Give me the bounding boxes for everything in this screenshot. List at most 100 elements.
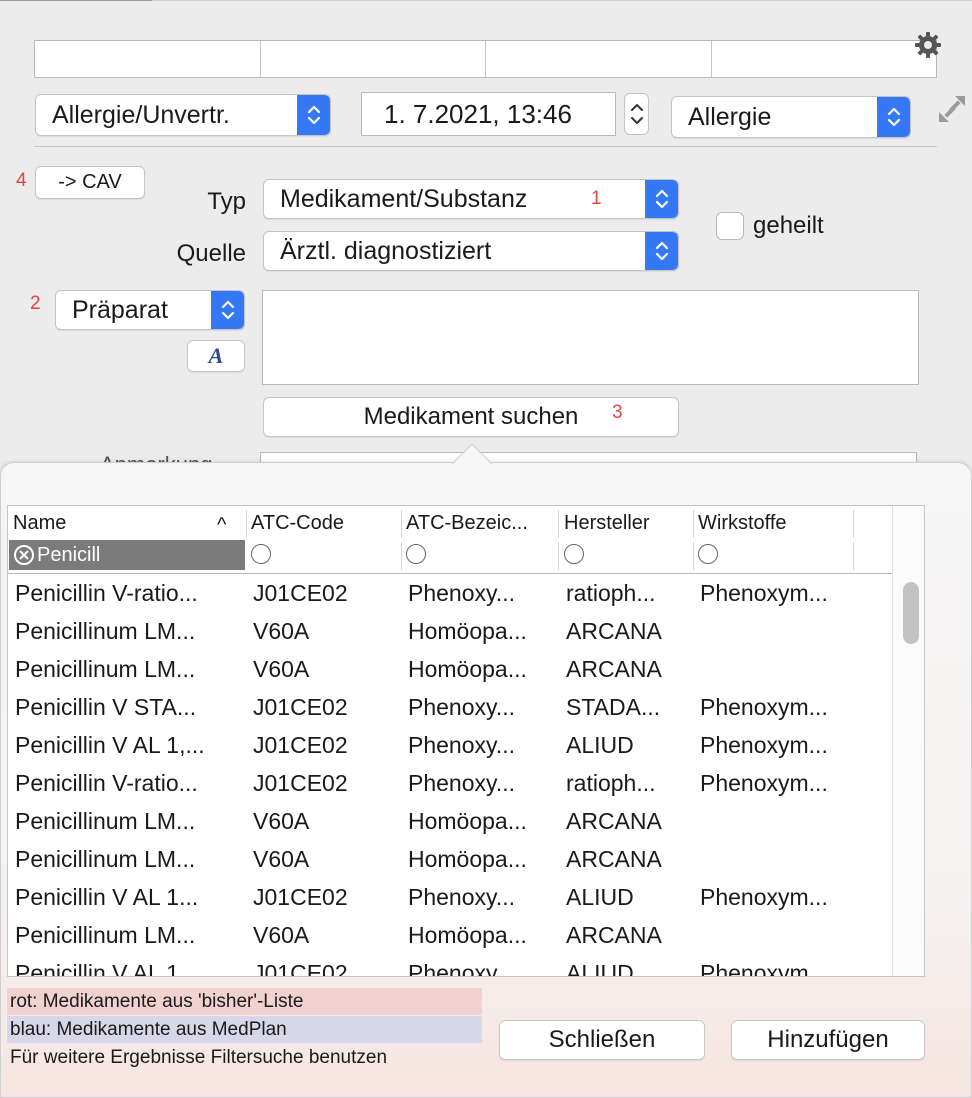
table-cell: Penicillin V AL 1,... (15, 732, 205, 758)
gear-icon[interactable] (911, 28, 945, 62)
top-segmented-field[interactable] (34, 40, 937, 78)
table-cell: ARCANA (566, 808, 662, 834)
geheilt-label: geheilt (753, 212, 824, 239)
typ-label: Typ (207, 188, 246, 215)
table-cell: Homöopa... (408, 922, 527, 948)
segment-3[interactable] (486, 41, 712, 77)
quelle-popup-label: Ärztl. diagnostiziert (280, 236, 492, 265)
atc-code-filter-radio[interactable] (251, 544, 271, 564)
column-header-wirkstoffe[interactable]: Wirkstoffe (698, 512, 848, 535)
chevron-updown-icon (645, 180, 678, 218)
table-cell: ARCANA (566, 846, 662, 872)
chevron-updown-icon (645, 232, 678, 270)
table-row[interactable]: Penicillin V-ratio... J01CE02 Phenoxy... ra… (8, 766, 892, 804)
font-button[interactable]: A (187, 340, 245, 372)
praeparat-textarea[interactable] (262, 290, 919, 385)
table-cell: Phenoxym... (700, 960, 828, 977)
table-cell: J01CE02 (253, 732, 348, 758)
wirkstoffe-filter-radio[interactable] (698, 544, 718, 564)
table-cell: Phenoxym... (700, 580, 828, 606)
medication-table[interactable]: Name ^ ATC-Code ATC-Bezeic... Hersteller… (7, 505, 925, 977)
table-row[interactable]: Penicillin V-ratio... J01CE02 Phenoxy... ra… (8, 576, 892, 614)
table-row[interactable]: Penicillin V STA... J01CE02 Phenoxy... STAD… (8, 690, 892, 728)
legend-hint: Für weitere Ergebnisse Filtersuche benut… (10, 1046, 388, 1068)
table-cell: ratioph... (566, 580, 656, 606)
table-cell: Penicillinum LM... (15, 922, 196, 948)
table-cell: Penicillin V-ratio... (15, 580, 198, 606)
segment-1[interactable] (35, 41, 261, 77)
column-header-name[interactable]: Name (13, 512, 213, 535)
table-row[interactable]: Penicillinum LM... V60A Homöopa... ARCANA (8, 804, 892, 842)
quelle-popup[interactable]: Ärztl. diagnostiziert (263, 231, 679, 271)
name-filter-field[interactable]: Penicill (9, 540, 245, 570)
table-cell: Phenoxy... (408, 960, 515, 977)
geheilt-checkbox[interactable] (716, 212, 744, 240)
marker-3: 3 (612, 402, 623, 423)
atc-bezeichnung-filter-radio[interactable] (406, 544, 426, 564)
cav-button[interactable]: -> CAV (35, 166, 145, 199)
chevron-updown-icon (211, 291, 244, 329)
legend-blue: blau: Medikamente aus MedPlan (7, 1016, 482, 1043)
table-cell: Penicillinum LM... (15, 846, 196, 872)
marker-2: 2 (30, 293, 41, 314)
table-cell: ARCANA (566, 656, 662, 682)
table-cell: Phenoxym... (700, 884, 828, 910)
type-popup-label: Allergie (688, 102, 772, 131)
table-cell: Phenoxy... (408, 884, 515, 910)
table-body: Penicillin V-ratio... J01CE02 Phenoxy... ra… (8, 576, 892, 977)
chevron-updown-icon (297, 95, 330, 135)
table-cell: Phenoxym... (700, 732, 828, 758)
name-filter-text: Penicill (37, 543, 101, 566)
hersteller-filter-radio[interactable] (564, 544, 584, 564)
praeparat-popup[interactable]: Präparat (55, 290, 245, 330)
add-button[interactable]: Hinzufügen (731, 1020, 925, 1060)
table-row[interactable]: Penicillin V AL 1... J01CE02 Phenoxy... ALI… (8, 880, 892, 918)
table-scrollbar[interactable] (892, 506, 924, 976)
type-popup[interactable]: Allergie (671, 96, 911, 138)
table-row[interactable]: Penicillin V AL 1... J01CE02 Phenoxy... ALI… (8, 956, 892, 977)
table-row[interactable]: Penicillinum LM... V60A Homöopa... ARCANA (8, 918, 892, 956)
table-cell: J01CE02 (253, 580, 348, 606)
column-header-atc-code[interactable]: ATC-Code (251, 512, 401, 535)
table-cell: J01CE02 (253, 884, 348, 910)
table-cell: V60A (253, 846, 310, 872)
quelle-label: Quelle (176, 240, 246, 267)
datetime-stepper[interactable] (624, 93, 649, 135)
table-cell: Phenoxy... (408, 732, 515, 758)
table-cell: J01CE02 (253, 694, 348, 720)
table-row[interactable]: Penicillinum LM... V60A Homöopa... ARCANA (8, 614, 892, 652)
table-row[interactable]: Penicillinum LM... V60A Homöopa... ARCANA (8, 842, 892, 880)
table-cell: Penicillin V STA... (15, 694, 197, 720)
table-row[interactable]: Penicillin V AL 1,... J01CE02 Phenoxy... AL… (8, 728, 892, 766)
marker-4: 4 (16, 170, 27, 191)
table-cell: J01CE02 (253, 960, 348, 977)
table-cell: V60A (253, 808, 310, 834)
close-button[interactable]: Schließen (499, 1020, 705, 1060)
column-header-atc-bezeichnung[interactable]: ATC-Bezeic... (406, 512, 556, 535)
expand-icon[interactable] (935, 92, 969, 126)
table-row[interactable]: Penicillinum LM... V60A Homöopa... ARCANA (8, 652, 892, 690)
table-cell: Penicillin V AL 1... (15, 884, 199, 910)
category-popup[interactable]: Allergie/Unvertr. (35, 94, 331, 136)
table-cell: V60A (253, 656, 310, 682)
table-cell: Phenoxy... (408, 694, 515, 720)
sort-ascending-icon[interactable]: ^ (217, 514, 226, 537)
table-cell: ALIUD (566, 884, 634, 910)
table-cell: Penicillinum LM... (15, 618, 196, 644)
table-scroll-thumb[interactable] (903, 582, 919, 644)
legend-red: rot: Medikamente aus 'bisher'-Liste (7, 988, 482, 1015)
table-cell: Phenoxym... (700, 770, 828, 796)
table-cell: Penicillinum LM... (15, 656, 196, 682)
praeparat-popup-label: Präparat (72, 295, 168, 324)
window-top-edge-accent (0, 0, 152, 1)
table-cell: ARCANA (566, 618, 662, 644)
table-cell: ALIUD (566, 732, 634, 758)
column-header-hersteller[interactable]: Hersteller (564, 512, 692, 535)
typ-popup[interactable]: Medikament/Substanz (263, 179, 679, 219)
segment-4[interactable] (712, 41, 937, 77)
medikament-suchen-label: Medikament suchen (363, 403, 579, 430)
clear-filter-icon (14, 545, 34, 565)
datetime-field[interactable]: 1. 7.2021, 13:46 (361, 92, 616, 136)
table-cell: Phenoxy... (408, 770, 515, 796)
segment-2[interactable] (261, 41, 486, 77)
